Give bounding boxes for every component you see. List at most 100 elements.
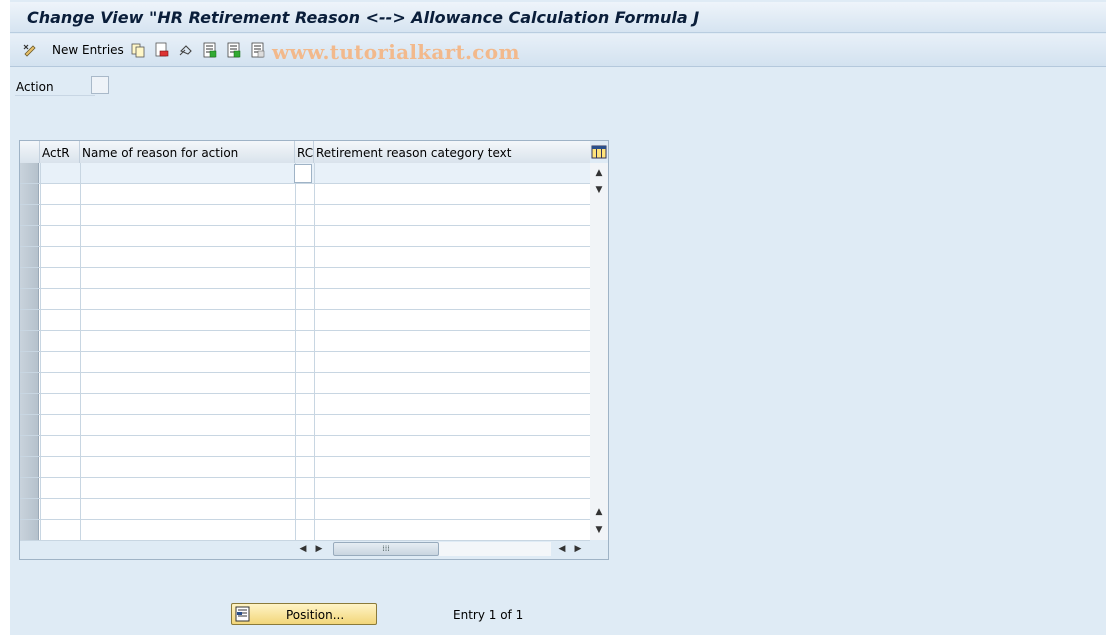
table-row[interactable] xyxy=(20,226,590,247)
row-selector[interactable] xyxy=(20,205,39,225)
column-divider xyxy=(80,205,81,225)
table-row[interactable] xyxy=(20,205,590,226)
column-divider xyxy=(295,205,296,225)
column-divider xyxy=(40,373,41,393)
display-change-icon[interactable] xyxy=(22,42,38,58)
column-divider xyxy=(295,436,296,456)
position-icon xyxy=(235,606,251,622)
table-row[interactable] xyxy=(20,478,590,499)
delete-icon[interactable] xyxy=(154,42,170,58)
column-divider xyxy=(295,394,296,414)
row-selector[interactable] xyxy=(20,289,39,309)
rc-input-field[interactable] xyxy=(294,164,312,183)
scroll-page-up-icon[interactable]: ▲ xyxy=(590,504,608,520)
row-selector[interactable] xyxy=(20,184,39,204)
column-divider xyxy=(295,331,296,351)
table-row[interactable] xyxy=(20,457,590,478)
column-divider xyxy=(40,520,41,540)
row-selector[interactable] xyxy=(20,457,39,477)
row-selector[interactable] xyxy=(20,520,39,540)
column-divider xyxy=(80,373,81,393)
position-button-label: Position... xyxy=(286,608,345,622)
table-row[interactable] xyxy=(20,331,590,352)
table-row[interactable] xyxy=(20,373,590,394)
column-divider xyxy=(295,373,296,393)
row-selector[interactable] xyxy=(20,499,39,519)
column-divider xyxy=(314,499,315,519)
column-divider xyxy=(40,352,41,372)
column-divider xyxy=(314,478,315,498)
column-divider xyxy=(314,394,315,414)
column-divider xyxy=(314,247,315,267)
row-selector[interactable] xyxy=(20,415,39,435)
column-divider xyxy=(295,457,296,477)
row-selector[interactable] xyxy=(20,163,39,183)
select-all-rows-button[interactable] xyxy=(20,141,40,163)
column-divider xyxy=(314,226,315,246)
row-selector[interactable] xyxy=(20,478,39,498)
column-header-actr[interactable]: ActR xyxy=(40,141,80,163)
column-divider xyxy=(80,331,81,351)
column-divider xyxy=(80,184,81,204)
column-divider xyxy=(80,499,81,519)
column-divider xyxy=(314,268,315,288)
table-row[interactable] xyxy=(20,436,590,457)
select-block-icon[interactable] xyxy=(226,42,242,58)
column-header-category-text[interactable]: Retirement reason category text xyxy=(314,141,590,163)
table-row[interactable] xyxy=(20,310,590,331)
column-divider xyxy=(314,205,315,225)
table-settings-icon[interactable] xyxy=(590,142,608,161)
table-row[interactable] xyxy=(20,352,590,373)
select-all-icon[interactable] xyxy=(202,42,218,58)
column-divider xyxy=(314,184,315,204)
table-row[interactable] xyxy=(20,394,590,415)
column-divider xyxy=(295,415,296,435)
row-selector[interactable] xyxy=(20,226,39,246)
scroll-up-icon[interactable]: ▲ xyxy=(590,165,608,181)
table-row[interactable] xyxy=(20,247,590,268)
new-entries-button[interactable]: New Entries xyxy=(52,43,124,57)
table-row[interactable] xyxy=(20,499,590,520)
column-divider xyxy=(80,457,81,477)
table-row[interactable] xyxy=(20,163,590,184)
row-selector[interactable] xyxy=(20,247,39,267)
horizontal-scrollbar[interactable]: ◀ ▶ ⁞⁞⁞ ◀ ▶ xyxy=(295,541,590,558)
undo-icon[interactable] xyxy=(178,42,194,58)
title-bar: Change View "HR Retirement Reason <--> A… xyxy=(10,2,1106,33)
row-selector[interactable] xyxy=(20,394,39,414)
row-selector[interactable] xyxy=(20,310,39,330)
scroll-last-column-icon[interactable]: ▶ xyxy=(570,541,586,557)
table-row[interactable] xyxy=(20,184,590,205)
row-selector[interactable] xyxy=(20,268,39,288)
scroll-right-icon[interactable]: ▶ xyxy=(311,541,327,557)
row-selector[interactable] xyxy=(20,436,39,456)
column-divider xyxy=(80,289,81,309)
vertical-scrollbar[interactable]: ▲ ▼ ▲ ▼ xyxy=(590,163,608,540)
row-selector[interactable] xyxy=(20,331,39,351)
table-row[interactable] xyxy=(20,268,590,289)
horizontal-scroll-thumb[interactable]: ⁞⁞⁞ xyxy=(333,542,439,556)
row-selector[interactable] xyxy=(20,352,39,372)
position-button[interactable]: Position... xyxy=(231,603,377,625)
column-divider xyxy=(295,247,296,267)
row-selector[interactable] xyxy=(20,373,39,393)
action-checkbox[interactable] xyxy=(91,76,109,94)
column-header-reason-name[interactable]: Name of reason for action xyxy=(80,141,295,163)
table-row[interactable] xyxy=(20,415,590,436)
copy-icon[interactable] xyxy=(130,42,146,58)
scroll-left-icon[interactable]: ◀ xyxy=(295,541,311,557)
scroll-first-column-icon[interactable]: ◀ xyxy=(554,541,570,557)
scroll-down-icon[interactable]: ▼ xyxy=(590,522,608,538)
column-divider xyxy=(80,478,81,498)
column-divider xyxy=(80,394,81,414)
scroll-page-down-icon[interactable]: ▼ xyxy=(590,182,608,198)
table-row[interactable] xyxy=(20,289,590,310)
column-divider xyxy=(80,226,81,246)
table-control: ActR Name of reason for action RC Retire… xyxy=(19,140,609,560)
table-row[interactable] xyxy=(20,520,590,541)
column-divider xyxy=(295,310,296,330)
column-divider xyxy=(80,436,81,456)
column-header-rc[interactable]: RC xyxy=(295,141,314,163)
column-divider xyxy=(40,394,41,414)
deselect-all-icon[interactable] xyxy=(250,42,266,58)
